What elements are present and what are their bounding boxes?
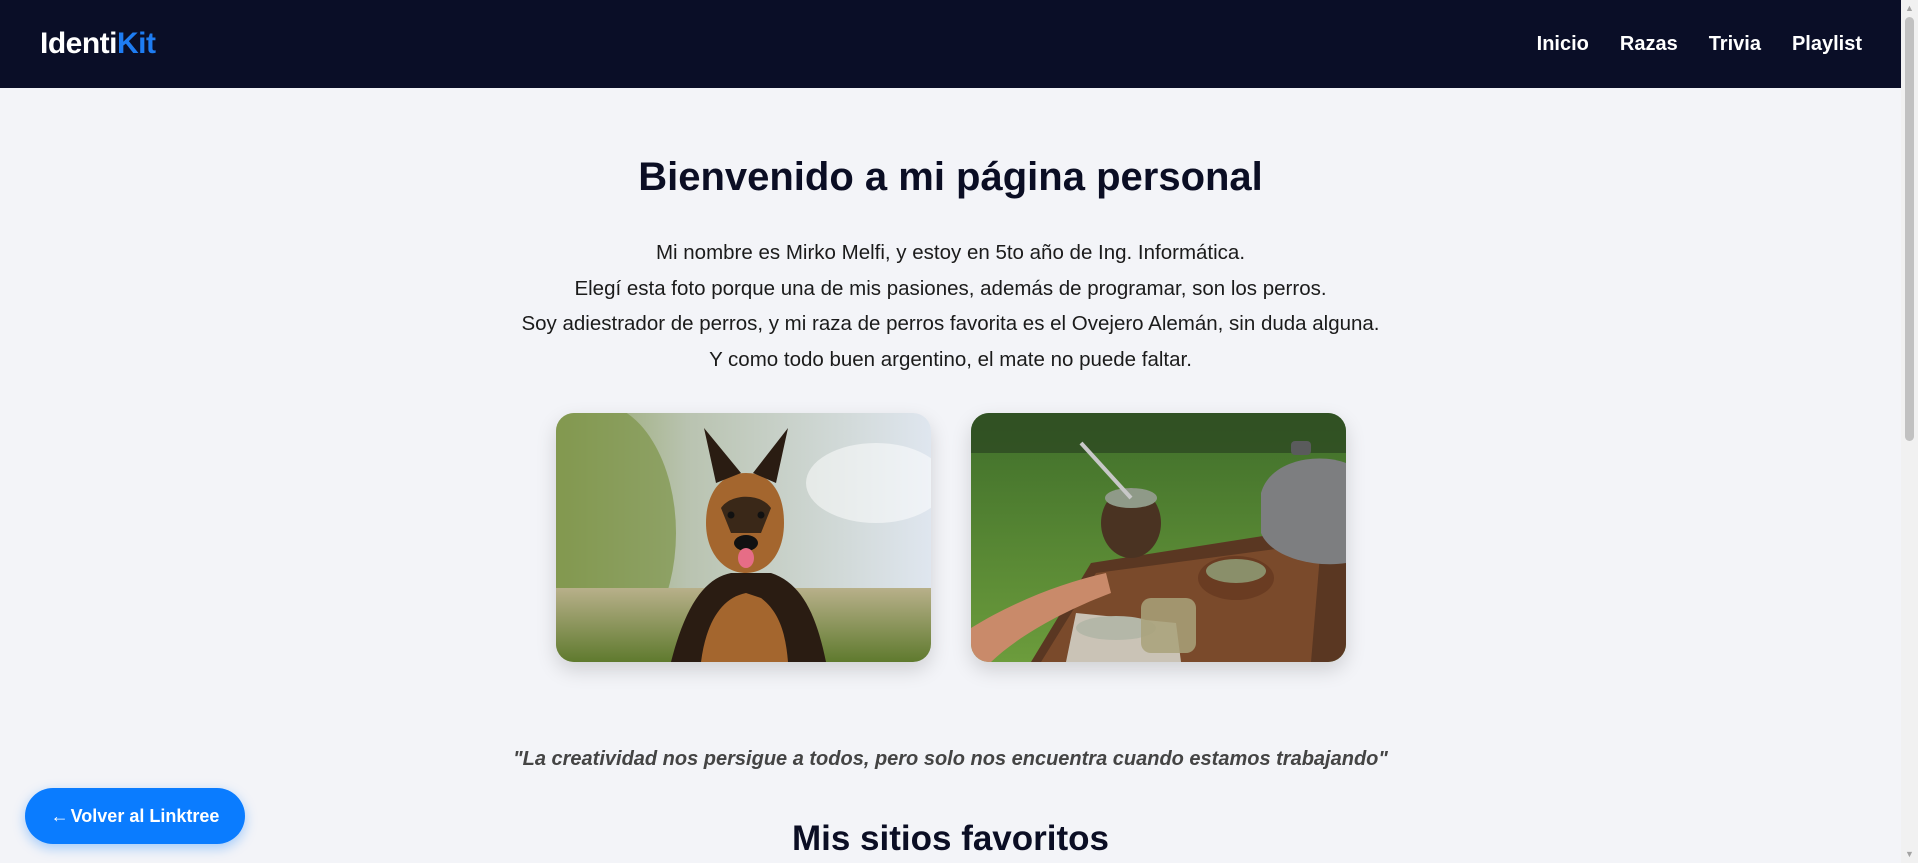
site-logo[interactable]: IdentiKit [40, 27, 156, 61]
nav-link-playlist[interactable]: Playlist [1792, 33, 1862, 56]
top-navbar: IdentiKit Inicio Razas Trivia Playlist [0, 0, 1901, 88]
mate-photo [971, 413, 1346, 662]
scroll-up-icon[interactable]: ▲ [1901, 0, 1918, 17]
page-scrollbar[interactable]: ▲ ▼ [1901, 0, 1918, 863]
back-button-label: Volver al Linktree [70, 805, 220, 826]
page-title: Bienvenido a mi página personal [638, 155, 1263, 199]
intro-line: Elegí esta foto porque una de mis pasion… [574, 276, 1327, 300]
arrow-left-icon: ← [50, 805, 69, 826]
intro-line: Mi nombre es Mirko Melfi, y estoy en 5to… [655, 241, 1246, 264]
nav-link-razas[interactable]: Razas [1620, 33, 1678, 56]
quote-text: "La creatividad nos persigue a todos, pe… [513, 748, 1388, 770]
scrollbar-thumb[interactable] [1905, 17, 1914, 441]
nav-link-inicio[interactable]: Inicio [1537, 33, 1589, 56]
logo-text-identi: Identi [40, 27, 118, 60]
favorites-heading: Mis sitios favoritos [791, 819, 1110, 858]
german-shepherd-photo [556, 413, 931, 662]
scroll-down-icon[interactable]: ▼ [1901, 846, 1918, 863]
logo-text-kit: Kit [117, 27, 156, 60]
main-content: Bienvenido a mi página personal Mi nombr… [0, 88, 1901, 863]
intro-text: Mi nombre es Mirko Melfi, y estoy en 5to… [0, 235, 1901, 377]
intro-line: Y como todo buen argentino, el mate no p… [709, 347, 1192, 371]
intro-line: Soy adiestrador de perros, y mi raza de … [521, 312, 1380, 335]
nav-link-trivia[interactable]: Trivia [1709, 33, 1761, 56]
back-to-linktree-button[interactable]: ← Volver al Linktree [25, 788, 245, 844]
main-nav: Inicio Razas Trivia Playlist [1537, 33, 1862, 56]
